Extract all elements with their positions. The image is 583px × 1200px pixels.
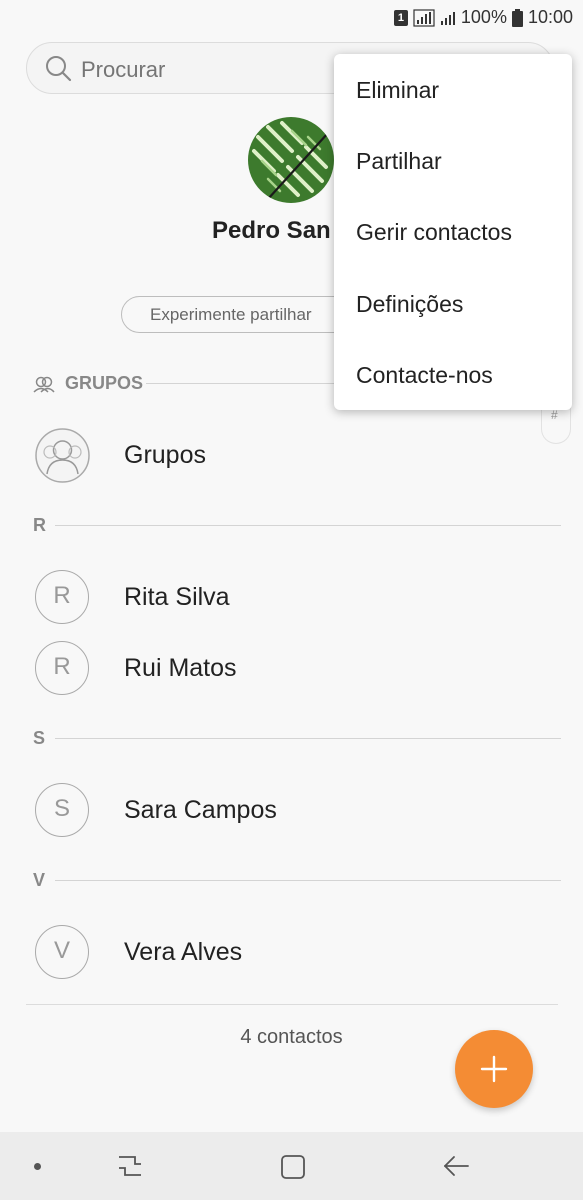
section-header-r: R bbox=[0, 515, 583, 535]
section-divider bbox=[55, 880, 561, 881]
share-prompt-button[interactable]: Experimente partilhar bbox=[121, 296, 361, 333]
back-icon[interactable] bbox=[442, 1153, 470, 1179]
fern-photo bbox=[248, 117, 334, 203]
section-header-label: V bbox=[33, 870, 46, 890]
profile-avatar[interactable] bbox=[248, 117, 334, 203]
profile-name[interactable]: Pedro San bbox=[212, 217, 331, 245]
dot-icon[interactable] bbox=[34, 1163, 41, 1170]
clock: 10:00 bbox=[527, 7, 573, 27]
contact-avatar: S bbox=[35, 783, 89, 837]
signal-icon bbox=[413, 8, 435, 27]
menu-item-contacte-nos[interactable]: Contacte-nos bbox=[356, 362, 493, 389]
group-icon bbox=[33, 376, 55, 393]
overflow-menu: Eliminar Partilhar Gerir contactos Defin… bbox=[334, 54, 572, 410]
contact-name: Rita Silva bbox=[124, 583, 230, 611]
menu-item-eliminar[interactable]: Eliminar bbox=[356, 77, 439, 104]
contact-row[interactable]: S Sara Campos bbox=[0, 775, 583, 845]
contact-avatar: V bbox=[35, 925, 89, 979]
groups-item[interactable]: Grupos bbox=[0, 420, 583, 490]
contact-row[interactable]: R Rui Matos bbox=[0, 633, 583, 703]
footer-divider bbox=[26, 1004, 558, 1005]
groups-avatar-icon bbox=[35, 428, 90, 483]
add-contact-button[interactable] bbox=[455, 1030, 533, 1108]
section-header-label: S bbox=[33, 728, 46, 748]
search-icon bbox=[46, 56, 72, 82]
search-input[interactable] bbox=[79, 56, 333, 84]
status-icons: 1 100% 10:00 bbox=[393, 7, 573, 28]
contact-avatar: R bbox=[35, 570, 89, 624]
index-scroller-hash: # bbox=[551, 408, 558, 422]
battery-percent: 100% bbox=[460, 7, 507, 27]
groups-item-label: Grupos bbox=[124, 441, 206, 469]
recents-icon[interactable] bbox=[115, 1153, 145, 1179]
contact-avatar: R bbox=[35, 641, 89, 695]
section-divider bbox=[55, 738, 561, 739]
share-prompt-label: Experimente partilhar bbox=[150, 305, 312, 324]
home-icon[interactable] bbox=[280, 1154, 306, 1180]
contact-name: Sara Campos bbox=[124, 796, 277, 824]
navigation-bar bbox=[0, 1132, 583, 1200]
contact-row[interactable]: R Rita Silva bbox=[0, 562, 583, 632]
menu-item-gerir-contactos[interactable]: Gerir contactos bbox=[356, 219, 512, 246]
plus-icon bbox=[480, 1055, 508, 1083]
menu-item-definicoes[interactable]: Definições bbox=[356, 291, 463, 318]
sim-indicator: 1 bbox=[393, 9, 408, 26]
battery-icon bbox=[511, 8, 523, 27]
section-header-s: S bbox=[0, 728, 583, 748]
contact-row[interactable]: V Vera Alves bbox=[0, 917, 583, 987]
section-header-v: V bbox=[0, 870, 583, 890]
contact-name: Vera Alves bbox=[124, 938, 243, 966]
menu-item-partilhar[interactable]: Partilhar bbox=[356, 148, 442, 175]
contact-name: Rui Matos bbox=[124, 654, 237, 682]
section-divider bbox=[55, 525, 561, 526]
section-header-label: R bbox=[33, 515, 46, 535]
status-bar: 1 100% 10:00 bbox=[0, 0, 583, 36]
signal-secondary-icon bbox=[440, 11, 455, 25]
section-header-label: GRUPOS bbox=[65, 373, 144, 393]
